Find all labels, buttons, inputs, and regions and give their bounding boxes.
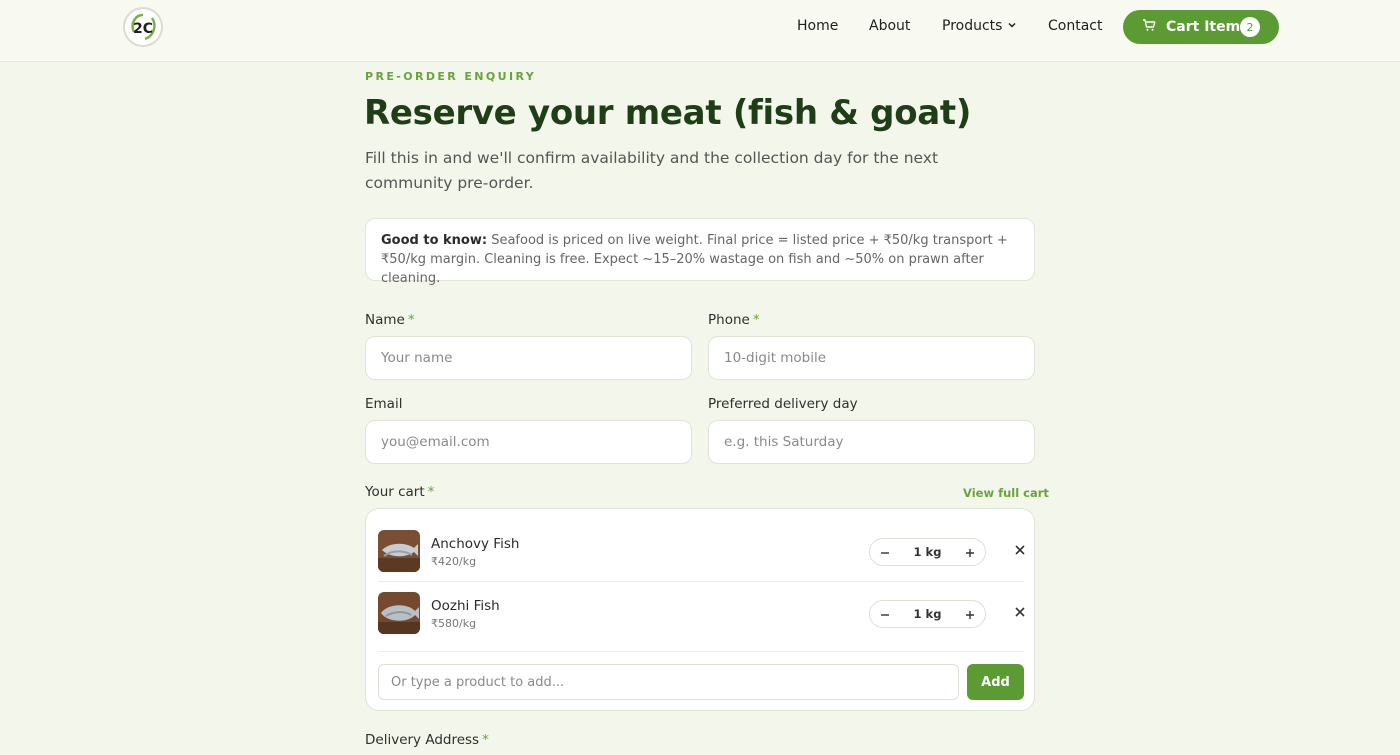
quantity-stepper: 1 kg	[869, 600, 986, 628]
required-mark: *	[482, 732, 489, 748]
cart-item-price: ₹420/kg	[431, 555, 477, 568]
email-label: Email	[365, 396, 403, 412]
delivery-address-label-text: Delivery Address	[365, 732, 480, 748]
required-mark: *	[407, 312, 415, 328]
add-product-button[interactable]: Add	[967, 664, 1024, 700]
page-eyebrow: PRE-ORDER ENQUIRY	[365, 70, 537, 83]
close-icon[interactable]	[1013, 605, 1027, 619]
close-icon[interactable]	[1013, 543, 1027, 557]
logo-text: 2C	[133, 21, 153, 37]
cart-items-button[interactable]: Cart Items 2	[1123, 10, 1279, 44]
name-field[interactable]	[365, 336, 692, 380]
cart-count-badge: 2	[1240, 17, 1260, 37]
cart-item-name: Oozhi Fish	[431, 598, 500, 614]
delivery-day-label: Preferred delivery day	[708, 396, 858, 412]
info-note: Good to know: Seafood is priced on live …	[365, 218, 1035, 286]
cart-label: Your cart *	[365, 484, 434, 500]
phone-label-text: Phone	[708, 312, 750, 328]
info-note-lead: Good to know:	[381, 233, 488, 248]
required-mark: *	[427, 484, 435, 500]
plus-icon[interactable]	[959, 604, 981, 626]
delivery-day-field[interactable]	[708, 420, 1035, 464]
chevron-down-icon	[1007, 18, 1017, 34]
nav-products-label: Products	[942, 18, 1003, 34]
page-subtitle: Fill this in and we'll confirm availabil…	[365, 149, 939, 192]
name-label: Name *	[365, 312, 415, 328]
cart-label-text: Your cart	[365, 484, 425, 500]
site-header: 2C Home About Products Contact Cart Item…	[0, 0, 1400, 62]
product-thumbnail	[378, 530, 420, 572]
cart-panel: Anchovy Fish ₹420/kg 1 kg Oozhi Fish ₹58…	[365, 508, 1035, 711]
plus-icon[interactable]	[959, 542, 981, 564]
quantity-stepper: 1 kg	[869, 538, 986, 566]
cart-row: Oozhi Fish ₹580/kg 1 kg	[378, 587, 1027, 639]
site-logo[interactable]: 2C	[123, 7, 163, 47]
nav-products[interactable]: Products	[942, 18, 1017, 34]
phone-field[interactable]	[708, 336, 1035, 380]
divider	[378, 651, 1024, 652]
nav-home[interactable]: Home	[797, 18, 838, 34]
cart-items-label: Cart Items	[1166, 19, 1249, 35]
nav-contact[interactable]: Contact	[1048, 18, 1102, 34]
cart-item-name: Anchovy Fish	[431, 536, 520, 552]
required-mark: *	[752, 312, 760, 328]
phone-label: Phone *	[708, 312, 760, 328]
page-title: Reserve your meat (fish & goat)	[364, 93, 972, 133]
product-thumbnail	[378, 592, 420, 634]
cart-icon	[1142, 18, 1156, 36]
email-field[interactable]	[365, 420, 692, 464]
cart-row: Anchovy Fish ₹420/kg 1 kg	[378, 525, 1027, 577]
delivery-address-label: Delivery Address *	[365, 732, 489, 748]
cart-item-price: ₹580/kg	[431, 617, 477, 630]
nav-about[interactable]: About	[869, 18, 910, 34]
view-full-cart-link[interactable]: View full cart	[963, 486, 1049, 500]
divider	[378, 581, 1024, 582]
name-label-text: Name	[365, 312, 405, 328]
add-product-input[interactable]	[378, 664, 959, 700]
